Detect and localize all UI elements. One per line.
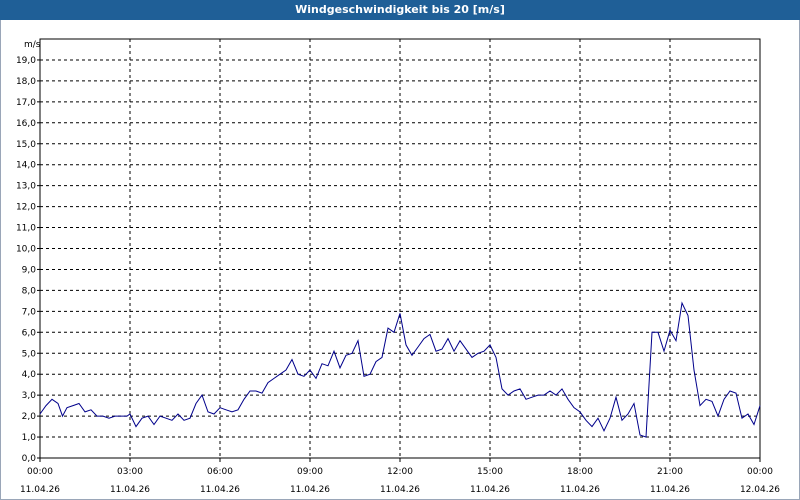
x-tick-time-label: 00:00: [27, 467, 53, 477]
y-tick-label: 4,0: [22, 370, 37, 380]
y-tick-label: 19,0: [16, 56, 36, 66]
y-tick-label: 17,0: [16, 98, 36, 108]
grid-lines: [40, 39, 760, 458]
y-tick-label: 5,0: [22, 349, 37, 359]
x-tick-date-label: 12.04.26: [740, 485, 780, 495]
x-tick-time-label: 12:00: [387, 467, 413, 477]
y-tick-label: 9,0: [22, 265, 37, 275]
x-axis-ticks: 00:00 11.04.26 03:00 11.04.26 06:00 11.04.26 0…: [20, 458, 780, 495]
x-tick-date-label: 11.04.26: [560, 485, 600, 495]
y-tick-label: 3,0: [22, 391, 37, 401]
y-tick-label: 7,0: [22, 307, 37, 317]
x-tick-time-label: 21:00: [657, 467, 683, 477]
y-tick-label: 14,0: [16, 161, 36, 171]
x-tick-date-label: 11.04.26: [110, 485, 150, 495]
y-tick-label: 10,0: [16, 245, 36, 255]
x-tick-time-label: 09:00: [297, 467, 323, 477]
y-tick-label: 8,0: [22, 286, 37, 296]
y-tick-label: 1,0: [22, 433, 37, 443]
y-tick-label: 12,0: [16, 203, 36, 213]
x-tick-time-label: 06:00: [207, 467, 233, 477]
y-tick-label: 15,0: [16, 140, 36, 150]
x-tick-time-label: 00:00: [747, 467, 773, 477]
x-tick-date-label: 11.04.26: [470, 485, 510, 495]
x-tick-time-label: 15:00: [477, 467, 503, 477]
y-tick-label: 2,0: [22, 412, 37, 422]
x-tick-date-label: 11.04.26: [20, 485, 60, 495]
chart-title: Windgeschwindigkeit bis 20 [m/s]: [0, 0, 800, 20]
y-tick-label: 11,0: [16, 224, 36, 234]
y-tick-label: 16,0: [16, 119, 36, 129]
y-tick-label: 13,0: [16, 182, 36, 192]
y-axis-unit-label: m/s: [24, 40, 41, 50]
y-axis-ticks: 0,0 1,0 2,0 3,0 4,0 5,0 6,0 7,0 8,0 9,0 10,0 11,0 12…: [16, 56, 40, 464]
x-tick-date-label: 11.04.26: [380, 485, 420, 495]
x-tick-date-label: 11.04.26: [290, 485, 330, 495]
y-tick-label: 0,0: [22, 454, 37, 464]
x-tick-date-label: 11.04.26: [200, 485, 240, 495]
x-tick-date-label: 11.04.26: [650, 485, 690, 495]
x-tick-time-label: 18:00: [567, 467, 593, 477]
y-tick-label: 6,0: [22, 328, 37, 338]
y-tick-label: 18,0: [16, 77, 36, 87]
x-tick-time-label: 03:00: [117, 467, 143, 477]
chart-plot: 0,0 1,0 2,0 3,0 4,0 5,0 6,0 7,0 8,0 9,0 10,0 11,0 12…: [16, 38, 780, 495]
